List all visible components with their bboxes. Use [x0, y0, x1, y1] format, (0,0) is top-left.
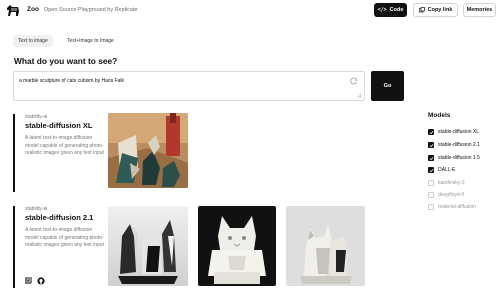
code-icon: </> — [377, 7, 387, 13]
resize-handle-icon[interactable] — [357, 93, 362, 98]
generated-image[interactable] — [286, 206, 365, 286]
model-description: A latent text-to-image diffusion model c… — [25, 227, 104, 248]
model-description: A latent text-to-image diffusion model c… — [25, 135, 104, 156]
checkbox-checked-icon[interactable] — [428, 129, 434, 135]
copy-link-button[interactable]: Copy link — [413, 3, 458, 17]
model-option-sd15[interactable]: stable-diffusion 1.5 — [428, 155, 480, 161]
refresh-icon[interactable] — [350, 77, 358, 85]
model-owner: stability-ai — [25, 206, 48, 212]
models-sidebar-title: Models — [428, 112, 451, 119]
model-option-label: stable-diffusion XL — [438, 129, 480, 135]
model-option-label: kandinsky-2 — [438, 180, 465, 186]
model-card-sd21: stability-ai stable-diffusion 2.1 A late… — [13, 206, 105, 288]
model-option-sd21[interactable]: stable-diffusion 2.1 — [428, 142, 480, 148]
zebra-logo-icon[interactable] — [6, 4, 20, 17]
model-links — [25, 277, 45, 285]
checkbox-checked-icon[interactable] — [428, 167, 434, 173]
model-option-label: stable-diffusion 2.1 — [438, 142, 480, 148]
generated-image[interactable] — [108, 113, 188, 188]
replicate-icon[interactable] — [25, 277, 33, 285]
prompt-heading: What do you want to see? — [14, 56, 118, 66]
link-icon — [418, 7, 425, 13]
github-icon[interactable] — [37, 277, 45, 285]
model-option-material[interactable]: material-diffusion — [428, 204, 476, 210]
model-option-label: stable-diffusion 1.5 — [438, 155, 480, 161]
checkbox-checked-icon[interactable] — [428, 155, 434, 161]
model-name[interactable]: stable-diffusion 2.1 — [25, 213, 105, 222]
generated-image[interactable] — [198, 206, 276, 286]
copy-link-label: Copy link — [427, 7, 453, 13]
generated-image[interactable] — [108, 206, 188, 286]
model-option-label: DALL-E — [438, 167, 456, 173]
tab-text-to-image[interactable]: Text to image — [13, 35, 53, 47]
checkbox-unchecked-icon[interactable] — [428, 192, 434, 198]
go-button[interactable]: Go — [371, 71, 404, 101]
model-option-sdxl[interactable]: stable-diffusion XL — [428, 129, 479, 135]
checkbox-checked-icon[interactable] — [428, 142, 434, 148]
checkbox-unchecked-icon[interactable] — [428, 204, 434, 210]
tagline: Open Source Playground by Replicate — [44, 6, 138, 13]
memories-button[interactable]: Memories — [463, 3, 496, 17]
memories-label: Memories — [466, 7, 493, 13]
model-option-dalle[interactable]: DALL-E — [428, 167, 456, 173]
model-option-kandinsky[interactable]: kandinsky-2 — [428, 180, 465, 186]
model-name[interactable]: stable-diffusion XL — [25, 121, 105, 130]
tab-text-image-to-image[interactable]: Text+Image to Image — [62, 35, 119, 47]
prompt-input[interactable]: a marble sculpture of cats cubism by Han… — [13, 71, 365, 101]
header: Zoo Open Source Playground by Replicate … — [0, 0, 500, 22]
checkbox-unchecked-icon[interactable] — [428, 180, 434, 186]
code-button[interactable]: </> Code — [374, 3, 407, 17]
model-option-label: material-diffusion — [438, 204, 476, 210]
model-owner: stability-ai — [25, 114, 48, 120]
model-card-sdxl: stability-ai stable-diffusion XL A laten… — [13, 114, 105, 192]
code-button-label: Code — [389, 7, 404, 13]
brand-name: Zoo — [27, 6, 39, 13]
model-option-deepfloyd[interactable]: deepfloyd-if — [428, 192, 464, 198]
prompt-text[interactable]: a marble sculpture of cats cubism by Han… — [19, 78, 124, 84]
model-option-label: deepfloyd-if — [438, 192, 464, 198]
